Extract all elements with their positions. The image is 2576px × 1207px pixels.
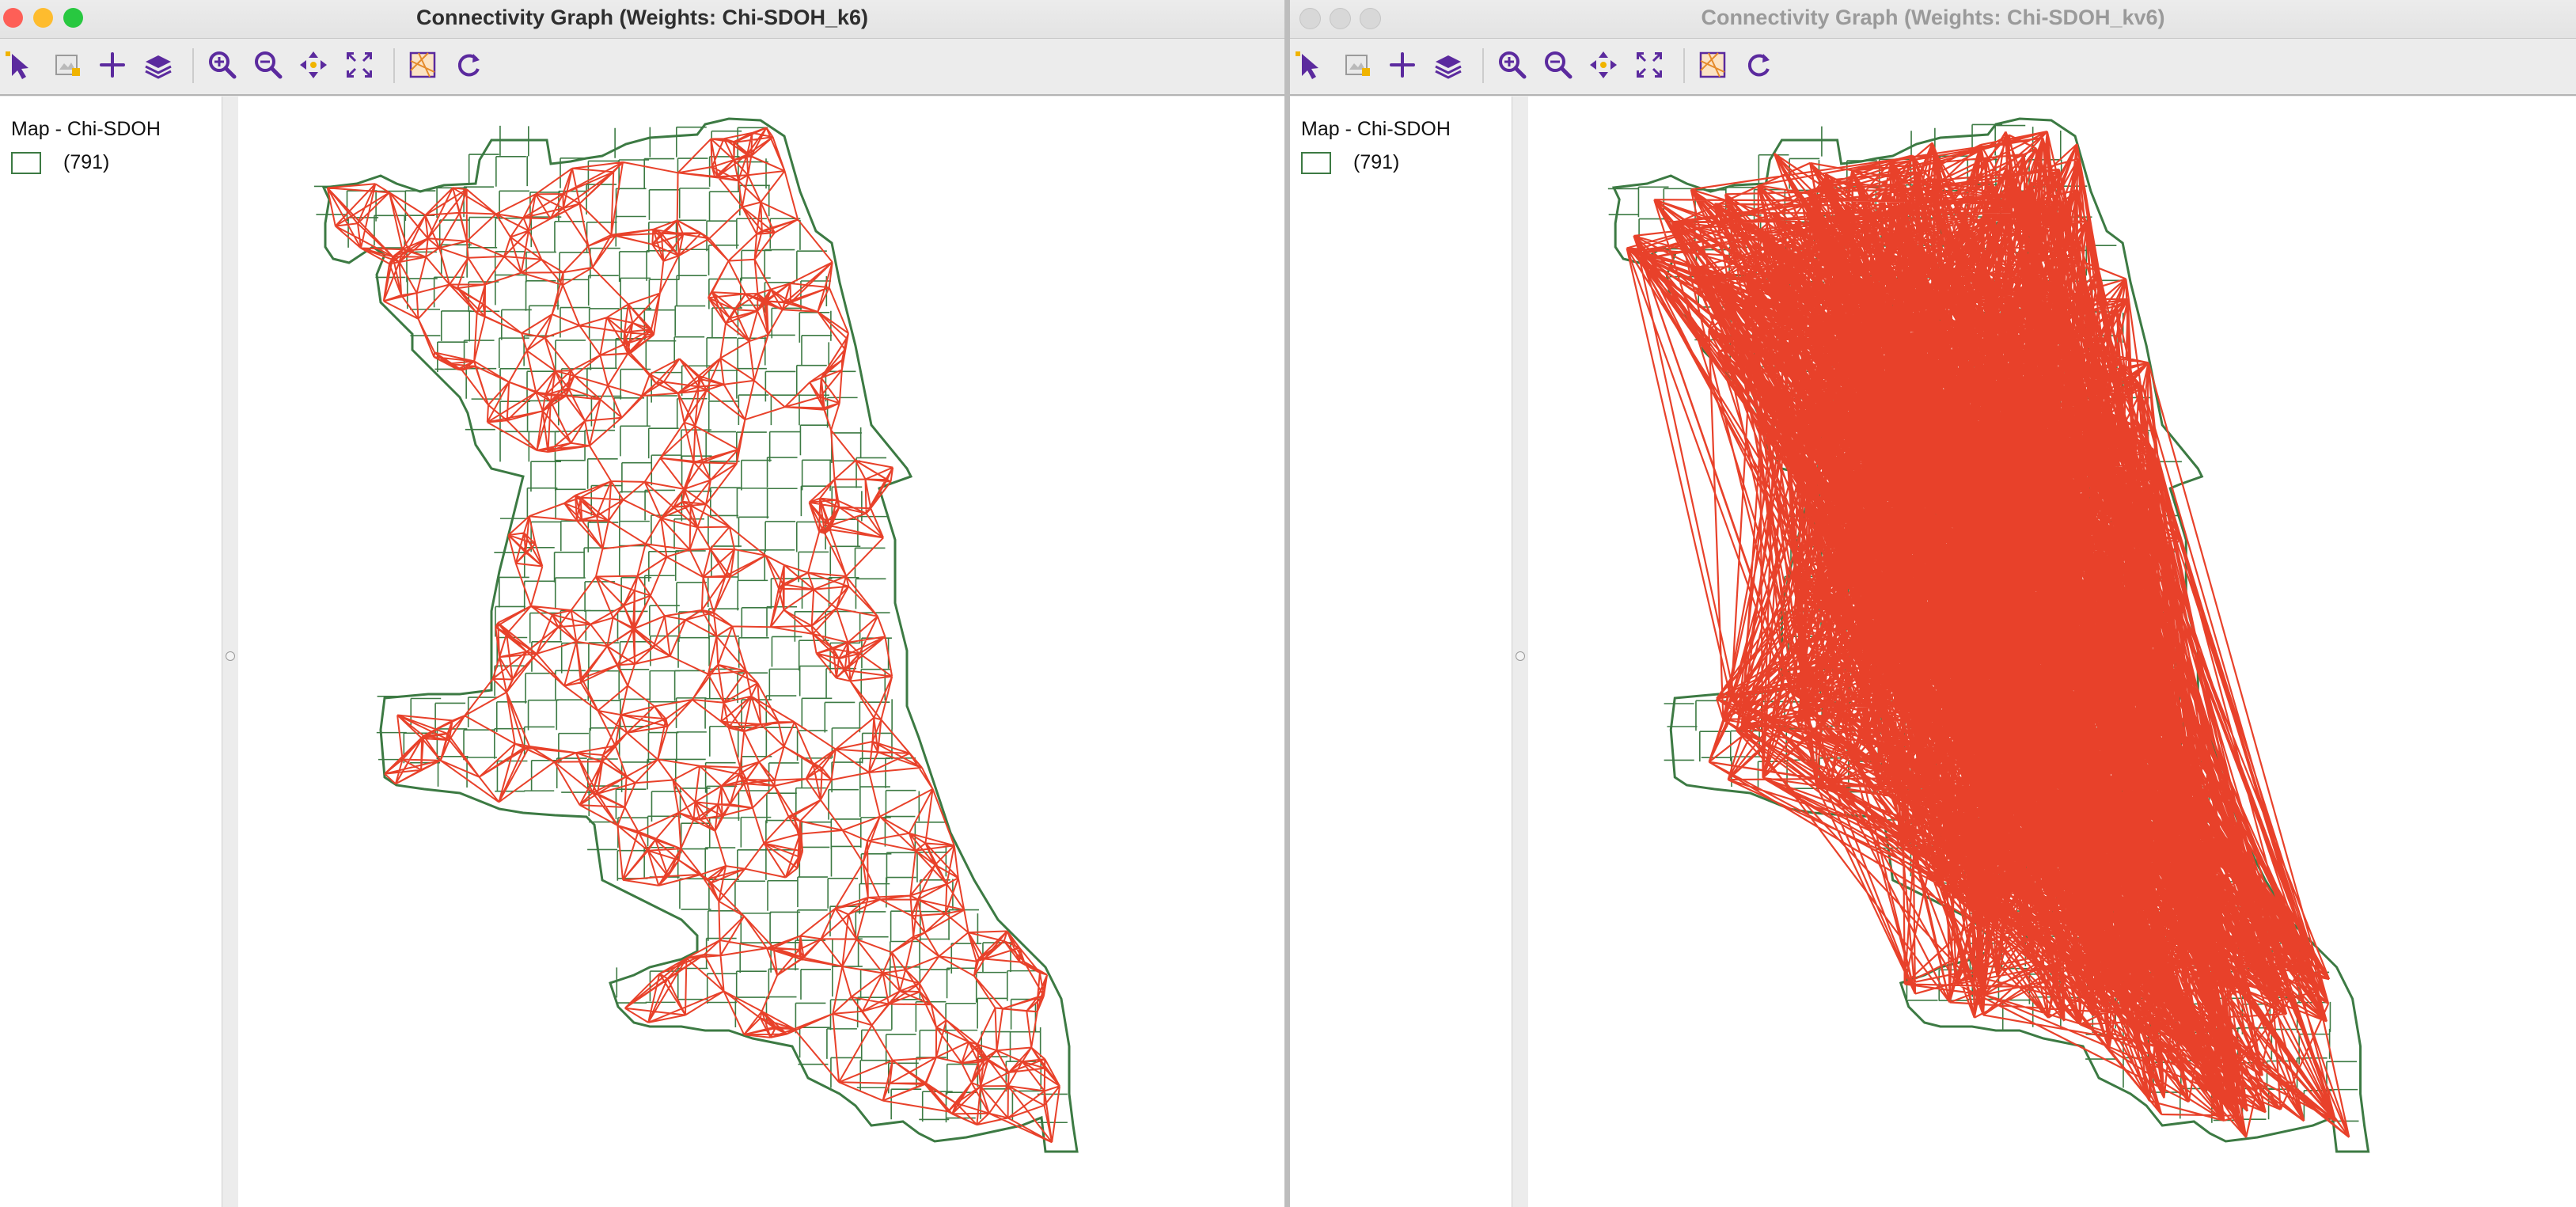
window-title: Connectivity Graph (Weights: Chi-SDOH_k6… [415, 6, 869, 29]
edge-lines [326, 127, 1060, 1144]
legend-swatch[interactable] [11, 152, 41, 174]
connectivity-edges [1626, 131, 2350, 1138]
map-canvas[interactable] [238, 97, 1284, 1207]
map-toolbar [1290, 39, 2576, 96]
panel-splitter[interactable] [222, 97, 238, 1207]
refresh-button[interactable] [1741, 47, 1776, 82]
title-bar[interactable]: Connectivity Graph (Weights: Chi-SDOH_k6… [0, 0, 1284, 39]
window-title: Connectivity Graph (Weights: Chi-SDOH_kv… [1701, 6, 2165, 29]
legend-panel: Map - Chi-SDOH (791) [0, 97, 222, 1207]
pan-icon [1590, 51, 1617, 78]
select-pointer-button[interactable] [2, 47, 37, 82]
zoom-out-button[interactable] [250, 47, 285, 82]
layers-stack-button[interactable] [141, 47, 176, 82]
zoom-out-button[interactable] [1540, 47, 1575, 82]
connectivity-map-kv6[interactable] [1528, 97, 2576, 1207]
map-layer-toggle-button[interactable] [1340, 47, 1375, 82]
add-layer-button[interactable] [1385, 47, 1420, 82]
refresh-button[interactable] [451, 47, 486, 82]
layers-stack-button[interactable] [1431, 47, 1466, 82]
legend-title: Map - Chi-SDOH [1301, 118, 1451, 140]
panel-splitter[interactable] [1512, 97, 1528, 1207]
connectivity-window-k6: Connectivity Graph (Weights: Chi-SDOH_k6… [0, 0, 1284, 1207]
basemap-button[interactable] [405, 47, 440, 82]
tract-boundaries [313, 125, 1068, 1124]
connectivity-window-kv6: Connectivity Graph (Weights: Chi-SDOH_kv… [1290, 0, 2576, 1207]
legend-swatch[interactable] [1301, 152, 1331, 174]
tract-boundary-lines [313, 125, 1068, 1124]
toolbar-separator [1482, 48, 1484, 83]
toolbar-separator [192, 48, 194, 83]
legend-panel: Map - Chi-SDOH (791) [1290, 97, 1512, 1207]
basemap-button[interactable] [1695, 47, 1730, 82]
select-pointer-icon [1296, 51, 1318, 79]
full-extent-icon [346, 51, 373, 78]
map-layer-toggle-icon [55, 55, 80, 76]
legend-count: (791) [1353, 151, 1400, 173]
toolbar-separator [1683, 48, 1685, 83]
edge-lines [1626, 131, 2350, 1138]
refresh-icon [457, 54, 480, 77]
full-extent-button[interactable] [342, 47, 377, 82]
connectivity-edges [326, 127, 1060, 1144]
basemap-icon [409, 51, 436, 78]
pan-button[interactable] [296, 47, 331, 82]
layers-stack-icon [145, 55, 172, 79]
select-pointer-button[interactable] [1292, 47, 1327, 82]
pan-icon [300, 51, 327, 78]
zoom-out-icon [1545, 51, 1573, 79]
splitter-grip[interactable] [226, 651, 235, 661]
title-bar[interactable]: Connectivity Graph (Weights: Chi-SDOH_kv… [1290, 0, 2576, 39]
map-toolbar [0, 39, 1284, 96]
zoom-out-icon [255, 51, 283, 79]
legend-title: Map - Chi-SDOH [11, 118, 161, 140]
zoom-in-button[interactable] [204, 47, 239, 82]
city-outline [321, 117, 1079, 1153]
map-canvas[interactable] [1528, 97, 2576, 1207]
map-layer-toggle-button[interactable] [50, 47, 85, 82]
splitter-grip[interactable] [1516, 651, 1525, 661]
add-layer-icon [1390, 52, 1415, 78]
zoom-in-icon [1499, 51, 1527, 79]
full-extent-icon [1636, 51, 1663, 78]
add-layer-button[interactable] [95, 47, 130, 82]
select-pointer-icon [6, 51, 28, 79]
basemap-icon [1699, 51, 1726, 78]
zoom-in-icon [209, 51, 237, 79]
layers-stack-icon [1435, 55, 1462, 79]
toolbar-separator [393, 48, 395, 83]
zoom-in-button[interactable] [1494, 47, 1529, 82]
legend-count: (791) [63, 151, 110, 173]
map-layer-toggle-icon [1345, 55, 1370, 76]
refresh-icon [1747, 54, 1770, 77]
add-layer-icon [100, 52, 125, 78]
window-divider [1284, 0, 1290, 1207]
pan-button[interactable] [1586, 47, 1621, 82]
connectivity-map-k6[interactable] [238, 97, 1284, 1207]
full-extent-button[interactable] [1632, 47, 1667, 82]
